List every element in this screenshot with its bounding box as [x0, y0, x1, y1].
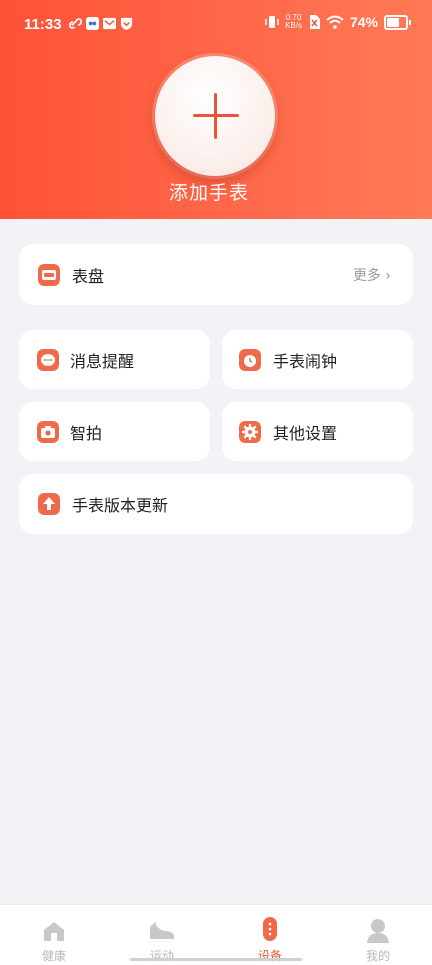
tab-mine[interactable]: 我的: [324, 905, 432, 965]
message-reminder-card[interactable]: 消息提醒: [19, 330, 210, 389]
app-notification-icon: [86, 17, 99, 30]
watch-face-icon: [38, 263, 60, 286]
upload-arrow-icon: [38, 493, 60, 515]
bottom-tab-bar: 健康 运动 设备 我的: [0, 904, 432, 965]
message-icon: [37, 348, 59, 371]
tab-sport[interactable]: 运动: [108, 905, 216, 965]
add-circle[interactable]: [155, 56, 275, 176]
plus-icon-vertical: [214, 93, 217, 139]
message-reminder-label: 消息提醒: [70, 351, 135, 371]
status-time: 11:33: [24, 16, 62, 33]
status-right: 0.70 KB/s 74%: [265, 13, 411, 30]
mail-icon: [103, 17, 116, 30]
firmware-update-card[interactable]: 手表版本更新: [19, 474, 413, 534]
watch-alarm-label: 手表闹钟: [273, 351, 338, 371]
add-watch-button[interactable]: 添加手表: [113, 42, 305, 212]
battery-percent: 74%: [349, 14, 378, 30]
firmware-update-label: 手表版本更新: [72, 496, 169, 515]
dial-more-link[interactable]: 更多 ›: [353, 265, 391, 285]
dial-label: 表盘: [72, 266, 105, 286]
smart-shoot-card[interactable]: 智拍: [19, 402, 210, 461]
home-indicator: [130, 958, 302, 961]
link-icon: [69, 18, 82, 29]
vibrate-icon: [265, 16, 279, 28]
smart-shoot-label: 智拍: [70, 423, 103, 443]
wifi-icon: [326, 15, 344, 29]
net-speed: 0.70 KB/s: [285, 13, 302, 30]
gear-icon: [239, 420, 261, 443]
battery-icon: [384, 14, 411, 30]
watch-alarm-card[interactable]: 手表闹钟: [222, 330, 413, 389]
header-banner: 11:33 0.70 KB/s 74% 添加手表: [0, 0, 432, 219]
band-icon: [263, 917, 277, 941]
home-icon: [44, 922, 64, 941]
chevron-right-icon: ›: [385, 267, 391, 284]
other-settings-card[interactable]: 其他设置: [222, 402, 413, 461]
tab-health[interactable]: 健康: [0, 905, 108, 965]
shoe-icon: [150, 922, 174, 939]
other-settings-label: 其他设置: [273, 423, 338, 443]
shield-icon: [120, 17, 133, 30]
status-bar: 11:33 0.70 KB/s 74%: [0, 0, 432, 48]
add-watch-label: 添加手表: [168, 182, 249, 204]
dial-card[interactable]: 表盘 更多 ›: [19, 244, 413, 305]
alarm-clock-icon: [239, 348, 261, 371]
person-icon: [367, 919, 389, 943]
no-sim-icon: [309, 15, 320, 29]
tab-device[interactable]: 设备: [216, 905, 324, 965]
camera-icon: [37, 420, 59, 443]
